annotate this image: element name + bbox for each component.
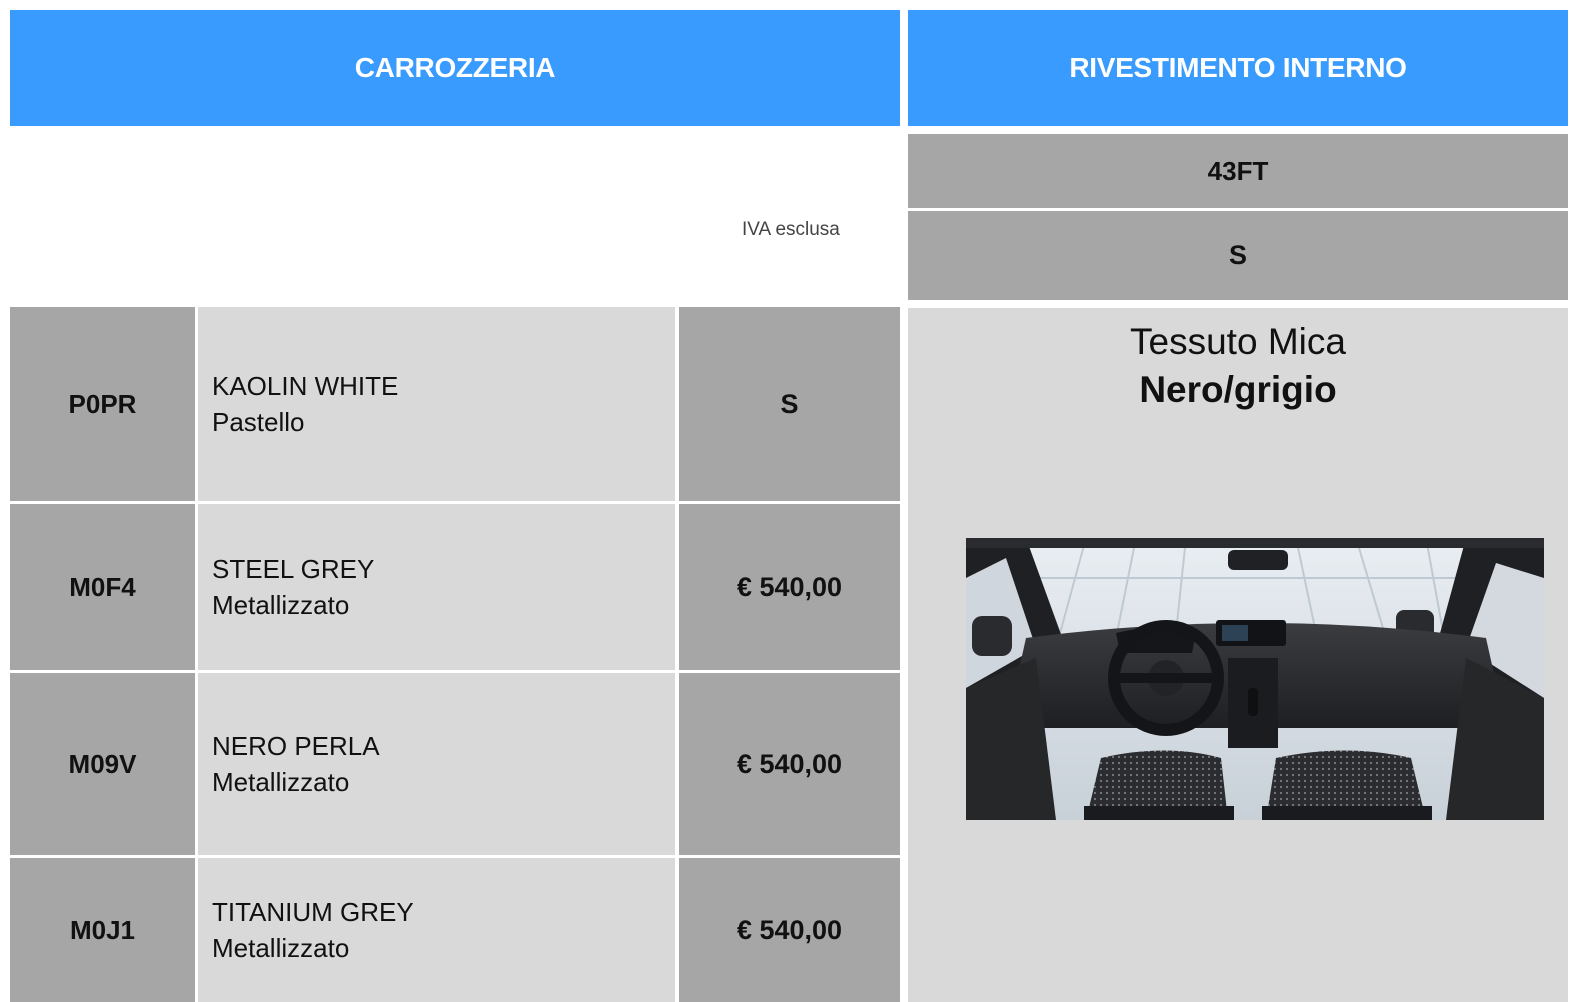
body-color-header: CARROZZERIA xyxy=(10,10,900,126)
color-name: STEEL GREY xyxy=(212,554,375,584)
fabric-color: Nero/grigio xyxy=(1139,369,1337,410)
color-code: P0PR xyxy=(10,307,195,501)
color-name: NERO PERLA xyxy=(212,731,380,761)
color-description: KAOLIN WHITE Pastello xyxy=(198,307,675,501)
color-finish: Metallizzato xyxy=(212,933,350,963)
fabric-name: Tessuto Mica xyxy=(1130,321,1346,362)
color-name: TITANIUM GREY xyxy=(212,897,414,927)
color-price: € 540,00 xyxy=(679,504,900,670)
color-description: TITANIUM GREY Metallizzato xyxy=(198,858,675,1002)
color-price: € 540,00 xyxy=(679,673,900,855)
color-description: NERO PERLA Metallizzato xyxy=(198,673,675,855)
vat-note: IVA esclusa xyxy=(742,219,840,240)
color-finish: Pastello xyxy=(212,407,305,437)
color-price: € 540,00 xyxy=(679,858,900,1002)
color-code: M0F4 xyxy=(10,504,195,670)
color-finish: Metallizzato xyxy=(212,590,350,620)
dashboard-image xyxy=(966,538,1544,820)
color-price: S xyxy=(679,307,900,501)
color-description: STEEL GREY Metallizzato xyxy=(198,504,675,670)
interior-header: RIVESTIMENTO INTERNO xyxy=(908,10,1568,126)
interior-code: 43FT xyxy=(908,134,1568,208)
color-finish: Metallizzato xyxy=(212,767,350,797)
color-code: M0J1 xyxy=(10,858,195,1002)
color-name: KAOLIN WHITE xyxy=(212,371,399,401)
interior-photo xyxy=(966,538,1544,820)
interior-availability: S xyxy=(908,211,1568,300)
color-options-page: CARROZZERIA RIVESTIMENTO INTERNO IVA esc… xyxy=(0,0,1587,1002)
color-code: M09V xyxy=(10,673,195,855)
